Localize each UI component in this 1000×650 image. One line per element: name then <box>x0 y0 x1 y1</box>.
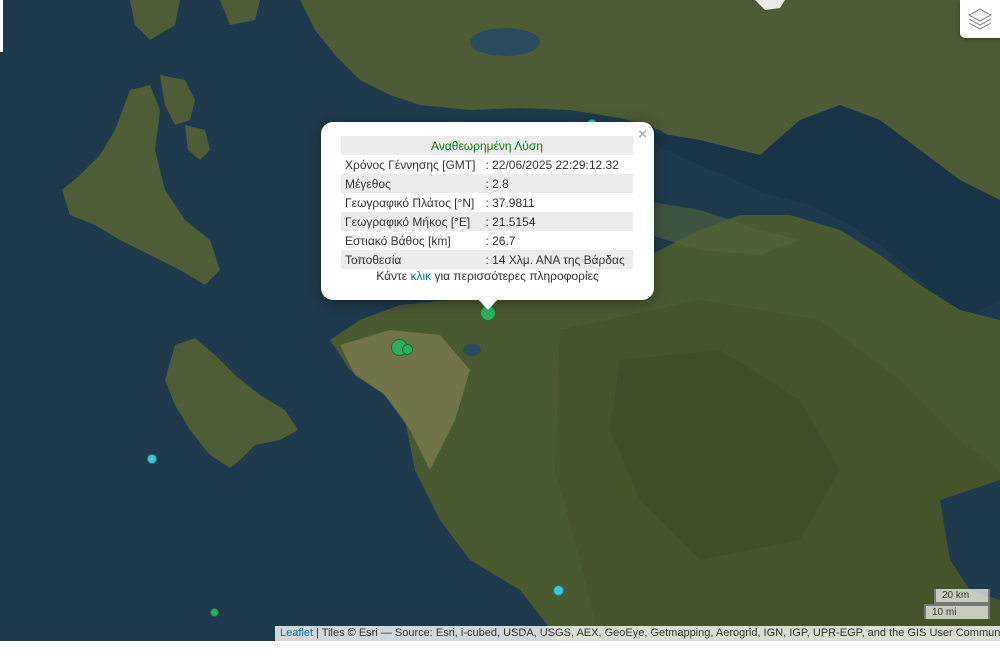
popup-tip <box>478 299 498 310</box>
more-info-link[interactable]: κλικ <box>410 269 431 283</box>
popup-header: Αναθεωρημένη Λύση <box>341 136 633 155</box>
row-label: Τοποθεσία <box>341 250 484 269</box>
earthquake-marker[interactable] <box>402 344 413 355</box>
more-info-prefix: Κάντε <box>376 269 408 283</box>
row-value: : 26.7 <box>485 233 516 248</box>
row-label: Χρόνος Γέννησης [GMT] <box>345 157 476 172</box>
scale-bar-mi: 10 mi <box>924 604 990 619</box>
map-attribution: Leaflet | Tiles © Esri — Source: Esri, i… <box>275 626 1000 641</box>
satellite-map[interactable] <box>0 0 1000 641</box>
earthquake-marker[interactable] <box>553 585 564 596</box>
earthquake-details-table: Αναθεωρημένη Λύση Χρόνος Γέννησης [GMT]:… <box>341 136 633 269</box>
earthquake-marker[interactable] <box>147 454 157 464</box>
leaflet-link[interactable]: Leaflet <box>280 627 313 639</box>
attribution-text: | Tiles © Esri — Source: Esri, i-cubed, … <box>313 627 1000 639</box>
row-label: Γεωγραφικό Μήκος [°E] <box>341 212 484 231</box>
row-value: : 22/06/2025 22:29:12.32 <box>485 157 619 172</box>
row-value: : 37.9811 <box>485 195 535 210</box>
layers-icon <box>967 8 993 30</box>
row-label: Μέγεθος <box>341 174 484 193</box>
close-icon[interactable]: × <box>638 126 647 143</box>
row-value: : 21.5154 <box>483 212 633 231</box>
earthquake-popup: × Αναθεωρημένη Λύση Χρόνος Γέννησης [GMT… <box>321 122 654 300</box>
row-label: Γεωγραφικό Πλάτος [°N] <box>345 195 475 210</box>
layers-control[interactable] <box>960 0 1000 38</box>
zoom-control-edge[interactable] <box>0 0 3 52</box>
earthquake-marker[interactable] <box>210 608 219 617</box>
map-tiles <box>0 0 1000 641</box>
row-value: : 2.8 <box>483 174 633 193</box>
more-info-text: Κάντε κλικ για περισσότερες πληροφορίες <box>321 269 654 283</box>
scale-bar-km: 20 km <box>934 589 990 604</box>
row-value: : 14 Χλμ. ΑΝΑ της Βάρδας <box>483 250 633 269</box>
row-label: Εστιακό Βάθος [km] <box>345 233 451 248</box>
more-info-suffix: για περισσότερες πληροφορίες <box>434 269 599 283</box>
